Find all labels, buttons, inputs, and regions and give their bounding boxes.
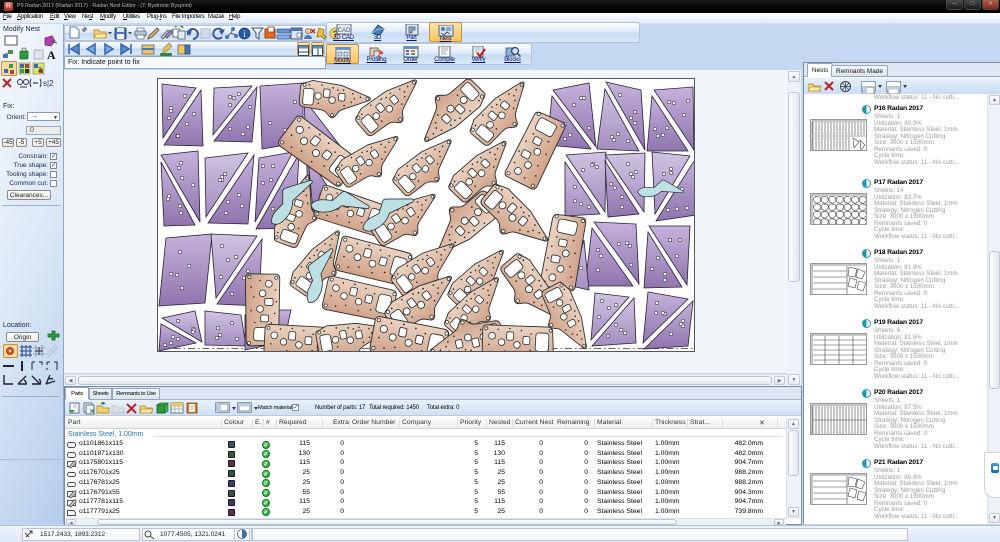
svg-text:s|2: s|2: [43, 79, 54, 88]
svg-text:A: A: [47, 48, 56, 62]
svg-text:CAD: CAD: [337, 28, 350, 34]
svg-text:2: 2: [38, 67, 42, 74]
